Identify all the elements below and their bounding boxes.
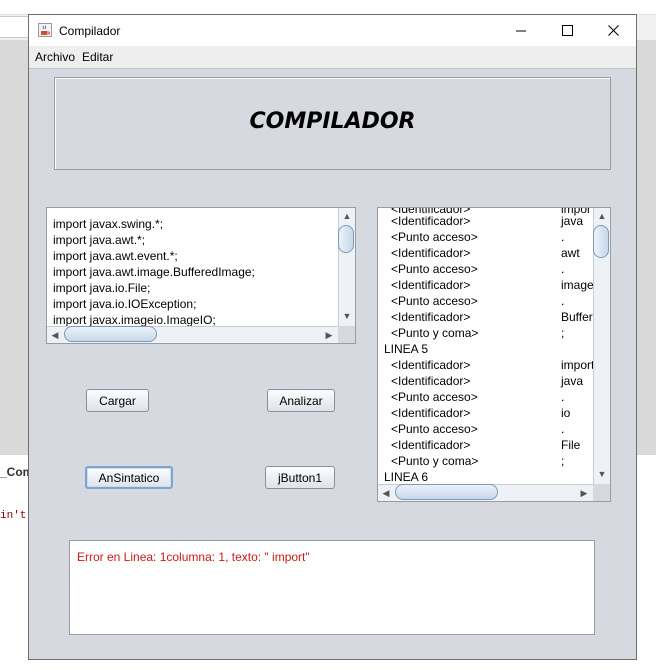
source-code-scrollpane[interactable]: import javax.swing.*; import java.awt.*;… — [46, 207, 356, 344]
java-cup-icon — [38, 23, 52, 37]
token-label: <Punto y coma> — [391, 326, 479, 340]
token-value: import — [561, 358, 595, 372]
source-line: import java.awt.*; — [53, 233, 146, 247]
token-value: ; — [561, 326, 565, 340]
scroll-up-arrow-icon[interactable]: ▲ — [339, 209, 355, 223]
title-bar[interactable]: Compilador — [29, 15, 636, 46]
compilador-window: Compilador Archivo Editar COMPILADOR imp… — [28, 14, 637, 660]
analizar-button[interactable]: Analizar — [267, 389, 335, 412]
scrollpane-corner — [593, 484, 610, 501]
scroll-left-arrow-icon[interactable]: ◀ — [47, 328, 63, 342]
token-value: image — [561, 278, 594, 292]
background-code-fragment: in't — [0, 510, 27, 522]
source-line: import javax.imageio.ImageIO; — [53, 313, 216, 327]
token-label: <Identificador> — [391, 278, 471, 292]
menu-editar[interactable]: Editar — [82, 50, 113, 64]
cargar-button[interactable]: Cargar — [86, 389, 149, 412]
tokens-vertical-scrollbar[interactable]: ▲ ▼ — [593, 208, 610, 484]
token-value: . — [561, 294, 565, 308]
scroll-left-arrow-icon[interactable]: ◀ — [378, 486, 394, 500]
scroll-down-arrow-icon[interactable]: ▼ — [594, 467, 610, 481]
token-value: . — [561, 422, 565, 436]
minimize-button[interactable] — [498, 15, 544, 46]
token-value: java — [561, 374, 584, 388]
close-icon — [607, 25, 619, 36]
token-value: File — [561, 438, 581, 452]
ansintatico-button[interactable]: AnSintatico — [85, 466, 173, 489]
token-label: <Identificador> — [391, 438, 471, 452]
scroll-right-arrow-icon[interactable]: ▶ — [576, 486, 592, 500]
background-field — [0, 16, 31, 38]
token-value: awt — [561, 246, 580, 260]
maximize-icon — [561, 25, 573, 36]
source-vertical-scrollbar[interactable]: ▲ ▼ — [338, 208, 355, 326]
source-line: import javax.swing.*; — [53, 217, 164, 231]
maximize-button[interactable] — [544, 15, 590, 46]
menu-archivo[interactable]: Archivo — [35, 50, 75, 64]
token-label: <Identificador> — [391, 246, 471, 260]
token-value: . — [561, 230, 565, 244]
token-label: <Punto y coma> — [391, 454, 479, 468]
menu-bar: Archivo Editar — [29, 46, 636, 69]
token-label: <Punto acceso> — [391, 294, 478, 308]
source-horizontal-scrollbar[interactable]: ◀ ▶ — [47, 326, 338, 343]
jbutton1-button[interactable]: jButton1 — [265, 466, 335, 489]
source-horizontal-scroll-thumb[interactable] — [64, 326, 157, 342]
scrollpane-corner — [338, 326, 355, 343]
tokens-horizontal-scrollbar[interactable]: ◀ ▶ — [378, 484, 593, 501]
token-value: ; — [561, 454, 565, 468]
token-value: . — [561, 390, 565, 404]
token-line-header: LINEA 5 — [384, 342, 429, 356]
error-output-area[interactable]: Error en Linea: 1columna: 1, texto: " im… — [69, 540, 595, 635]
token-line-header: LINEA 6 — [384, 470, 429, 484]
token-label: <Identificador> — [391, 406, 471, 420]
token-label: <Punto acceso> — [391, 262, 478, 276]
token-label: <Identificador> — [391, 374, 471, 388]
source-line: import java.awt.event.*; — [53, 249, 178, 263]
scroll-up-arrow-icon[interactable]: ▲ — [594, 209, 610, 223]
source-line: import java.io.File; — [53, 281, 151, 295]
token-label: <Punto acceso> — [391, 390, 478, 404]
tokens-scrollpane[interactable]: <Identificador> impor <Identificador> ja… — [377, 207, 611, 502]
token-value: io — [561, 406, 571, 420]
token-label: <Identificador> — [391, 310, 471, 324]
minimize-icon — [516, 30, 526, 31]
close-button[interactable] — [590, 15, 636, 46]
source-line: import java.awt.image.BufferedImage; — [53, 265, 255, 279]
tokens-vertical-scroll-thumb[interactable] — [593, 225, 609, 258]
token-label: <Identificador> — [391, 358, 471, 372]
source-vertical-scroll-thumb[interactable] — [338, 225, 354, 253]
header-panel: COMPILADOR — [54, 77, 611, 170]
token-label: <Punto acceso> — [391, 230, 478, 244]
token-value: java — [561, 214, 584, 228]
header-title: COMPILADOR — [249, 109, 416, 134]
error-message: Error en Linea: 1columna: 1, texto: " im… — [77, 550, 310, 564]
window-title: Compilador — [59, 24, 121, 38]
token-label: <Identificador> — [391, 214, 471, 228]
source-line: import java.io.IOException; — [53, 297, 197, 311]
scroll-right-arrow-icon[interactable]: ▶ — [321, 328, 337, 342]
token-value: . — [561, 262, 565, 276]
scroll-down-arrow-icon[interactable]: ▼ — [339, 309, 355, 323]
token-label: <Punto acceso> — [391, 422, 478, 436]
tokens-horizontal-scroll-thumb[interactable] — [395, 484, 498, 500]
background-topbar — [0, 0, 656, 15]
